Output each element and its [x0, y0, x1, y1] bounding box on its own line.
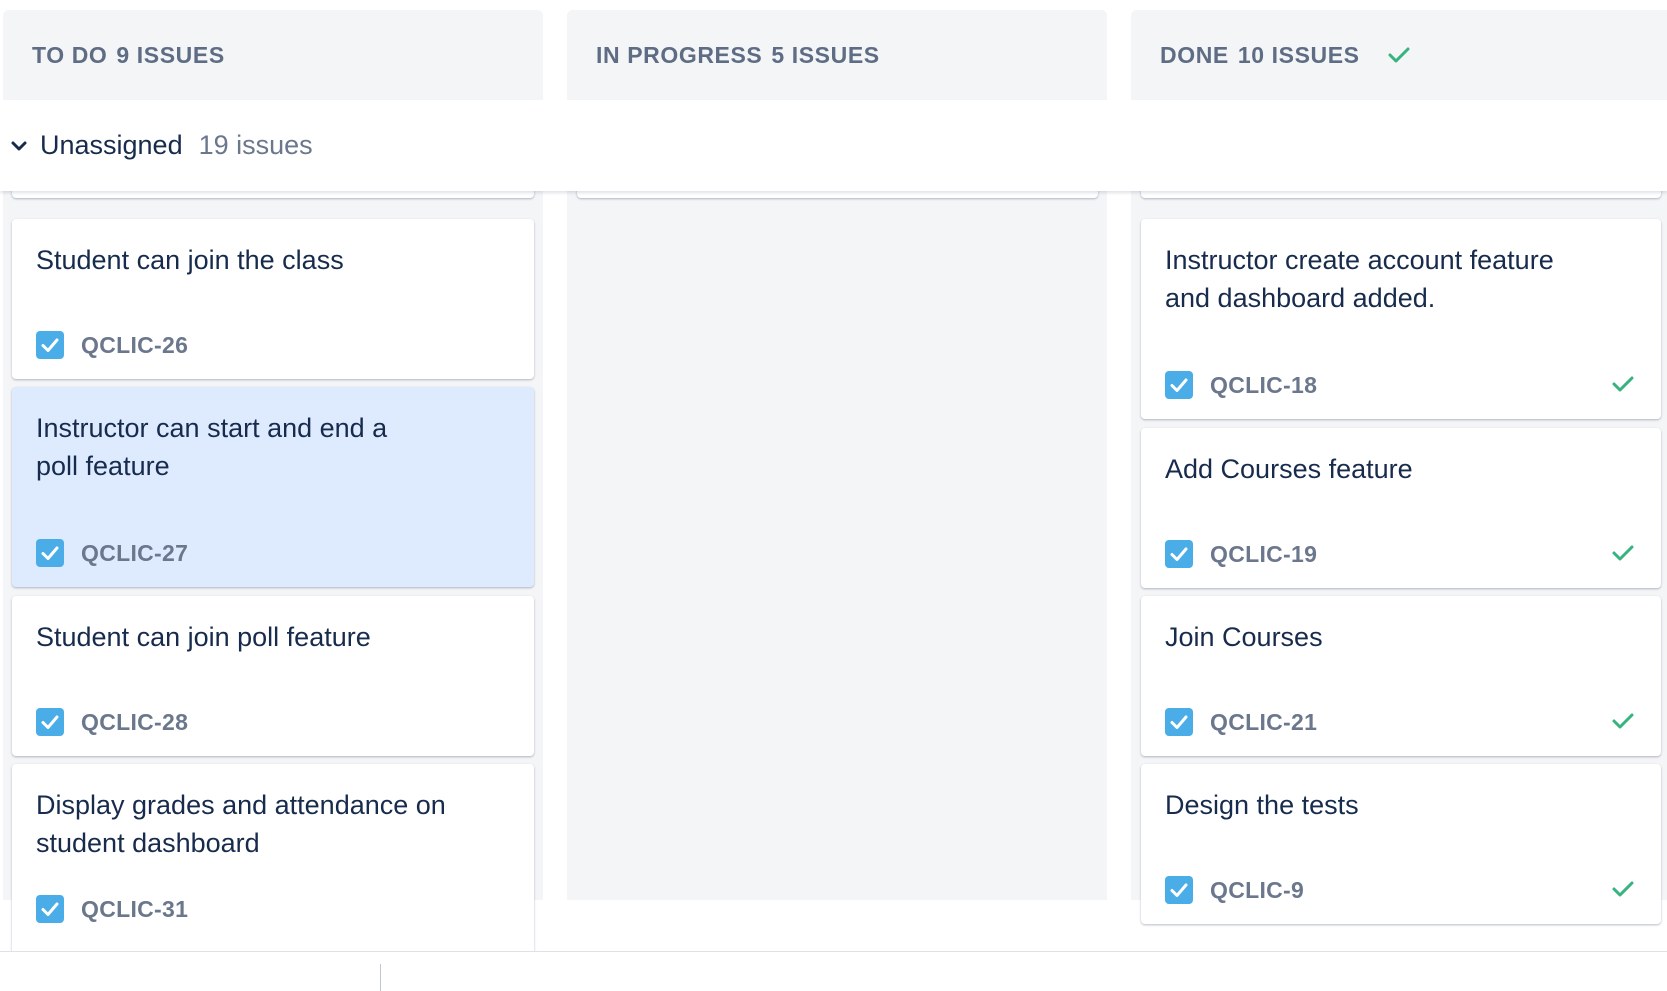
swimlane-issue-count: 19 issues	[198, 130, 313, 160]
column-header-done[interactable]: DONE 10 ISSUES	[1131, 10, 1667, 100]
issue-card[interactable]: Instructor create account feature and da…	[1141, 219, 1661, 419]
issue-card[interactable]: Student can join poll feature QCLIC-28	[12, 596, 534, 756]
issue-card[interactable]: Design the tests QCLIC-9	[1141, 764, 1661, 924]
issue-meta: QCLIC-31	[36, 895, 188, 923]
column-name: TO DO	[32, 41, 108, 68]
issue-summary: Student can join poll feature	[36, 622, 371, 652]
issue-summary: Display grades and attendance on student…	[36, 790, 446, 858]
issue-key[interactable]: QCLIC-28	[81, 709, 188, 736]
swimlane-header-unassigned[interactable]: Unassigned 19 issues	[0, 100, 1667, 191]
issue-summary: Add Courses feature	[1165, 454, 1413, 484]
issue-card-selected[interactable]: Instructor can start and end a poll feat…	[12, 387, 534, 587]
issue-key[interactable]: QCLIC-31	[81, 896, 188, 923]
issue-meta: QCLIC-28	[36, 708, 188, 736]
issue-meta: QCLIC-9	[1165, 876, 1304, 904]
issue-summary: Student can join the class	[36, 245, 344, 275]
footer-divider	[0, 951, 1667, 952]
issue-summary: Instructor can start and end a poll feat…	[36, 413, 388, 481]
issue-meta: QCLIC-27	[36, 539, 188, 567]
checkbox-story-icon	[1165, 708, 1193, 736]
column-header-in-progress[interactable]: IN PROGRESS 5 ISSUES	[567, 10, 1107, 100]
checkmark-icon	[1612, 375, 1634, 393]
issue-meta: QCLIC-19	[1165, 540, 1317, 568]
checkbox-story-icon	[36, 708, 64, 736]
footer-bar	[0, 952, 1667, 991]
checkbox-story-icon	[36, 895, 64, 923]
issue-summary: Join Courses	[1165, 622, 1323, 652]
issue-key[interactable]: QCLIC-27	[81, 540, 188, 567]
checkmark-icon	[1612, 712, 1634, 730]
swimlane-title: Unassigned	[40, 130, 183, 160]
column-name: IN PROGRESS	[596, 41, 763, 68]
issue-key[interactable]: QCLIC-9	[1210, 877, 1304, 904]
issue-key[interactable]: QCLIC-19	[1210, 541, 1317, 568]
column-issue-count: 5 ISSUES	[771, 41, 880, 68]
checkbox-story-icon	[36, 539, 64, 567]
issue-key[interactable]: QCLIC-26	[81, 332, 188, 359]
checkbox-story-icon	[1165, 876, 1193, 904]
issue-meta: QCLIC-26	[36, 331, 188, 359]
column-issue-count: 10 ISSUES	[1237, 41, 1360, 68]
issue-meta: QCLIC-18	[1165, 371, 1317, 399]
issue-card[interactable]: Student can join the class QCLIC-26	[12, 219, 534, 379]
footer-separator	[380, 964, 381, 991]
issue-card[interactable]: Display grades and attendance on student…	[12, 764, 534, 964]
issue-card[interactable]: Add Courses feature QCLIC-19	[1141, 428, 1661, 588]
checkmark-icon	[1612, 544, 1634, 562]
checkmark-icon	[1612, 880, 1634, 898]
checkbox-story-icon	[1165, 540, 1193, 568]
issue-card[interactable]: Join Courses QCLIC-21	[1141, 596, 1661, 756]
checkbox-story-icon	[1165, 371, 1193, 399]
issue-key[interactable]: QCLIC-18	[1210, 372, 1317, 399]
checkbox-story-icon	[36, 331, 64, 359]
checkmark-icon	[1388, 46, 1410, 64]
chevron-down-icon[interactable]	[10, 139, 28, 153]
column-issue-count: 9 ISSUES	[116, 41, 225, 68]
issue-summary: Design the tests	[1165, 790, 1359, 820]
issue-summary: Instructor create account feature and da…	[1165, 245, 1554, 313]
issue-key[interactable]: QCLIC-21	[1210, 709, 1317, 736]
column-name: DONE	[1160, 41, 1229, 68]
column-header-todo[interactable]: TO DO 9 ISSUES	[3, 10, 543, 100]
issue-meta: QCLIC-21	[1165, 708, 1317, 736]
